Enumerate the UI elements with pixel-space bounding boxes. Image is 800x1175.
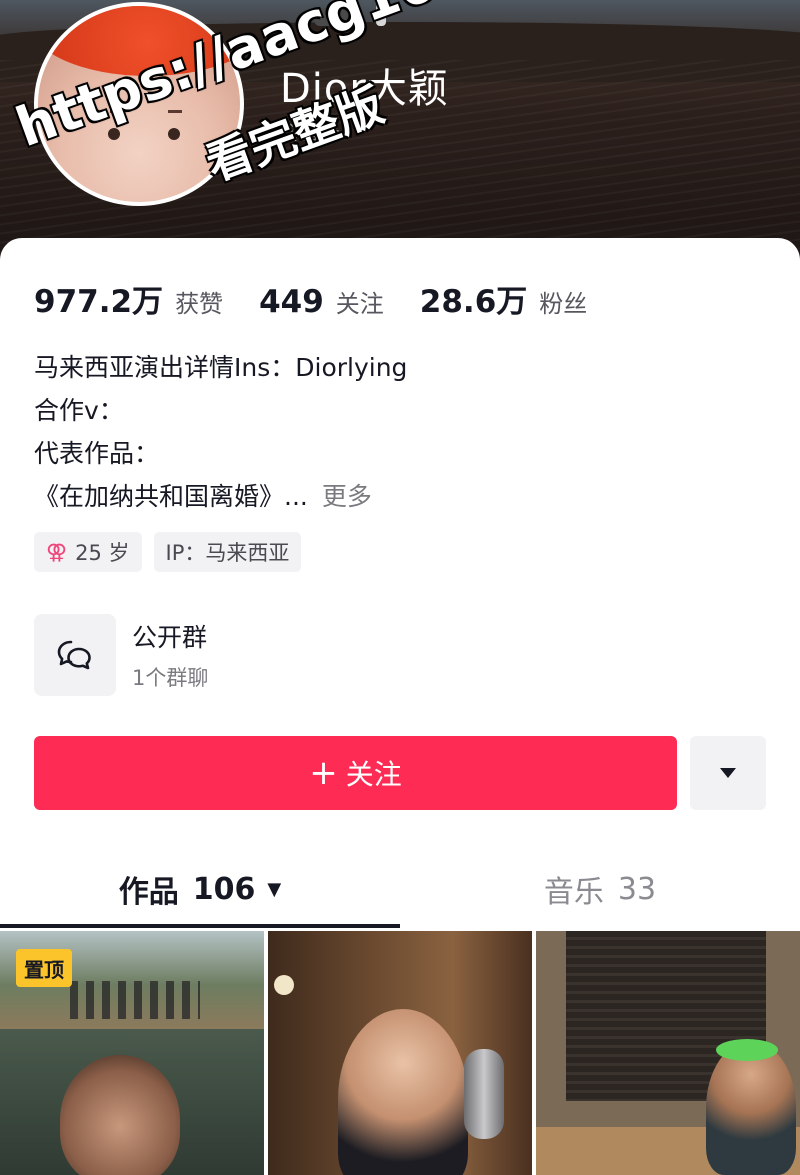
tab-music-label: 音乐 — [543, 875, 604, 910]
stat-following-count: 449 — [259, 284, 324, 320]
follow-button[interactable]: + 关注 — [34, 736, 677, 810]
female-gender-icon: ⚢ — [46, 540, 68, 564]
stat-followers-label: 粉丝 — [539, 290, 588, 318]
video-grid: 置顶 — [0, 931, 800, 1175]
thumbnail-headband — [716, 1039, 778, 1061]
banner-horse — [314, 8, 360, 26]
thumbnail-singer — [338, 1009, 468, 1175]
group-title: 公开群 — [132, 623, 208, 652]
bio-line: 马来西亚演出详情Ins：Diorlying — [34, 353, 408, 382]
avatar-eye-right — [168, 128, 180, 140]
active-tab-indicator — [0, 924, 400, 928]
avatar-brow-right — [168, 110, 182, 113]
avatar-eye-left — [108, 128, 120, 140]
age-tag: ⚢ 25 岁 — [34, 532, 142, 572]
stat-followers-count: 28.6万 — [419, 284, 528, 320]
thumbnail-group-people — [70, 981, 200, 1019]
bio-more-link[interactable]: 更多 — [322, 482, 372, 511]
stat-likes-count: 977.2万 — [34, 284, 164, 320]
thumbnail-lamp — [274, 975, 294, 995]
plus-icon: + — [309, 753, 338, 793]
more-options-button[interactable] — [690, 736, 766, 810]
profile-stats: 977.2万 获赞 449 关注 28.6万 粉丝 — [34, 276, 623, 320]
ip-location-text: IP：马来西亚 — [165, 541, 290, 565]
banner-person — [376, 4, 386, 26]
thumbnail-person — [706, 1041, 796, 1175]
age-text: 25 岁 — [75, 541, 130, 565]
tab-works[interactable]: 作品 106 ▼ — [0, 850, 400, 928]
stat-likes[interactable]: 977.2万 获赞 — [34, 276, 223, 321]
thumbnail-microphone — [464, 1049, 504, 1139]
stat-followers[interactable]: 28.6万 粉丝 — [420, 276, 588, 321]
caret-down-icon: ▼ — [267, 878, 282, 900]
caret-down-icon — [720, 768, 736, 778]
follow-button-label: 关注 — [345, 758, 402, 791]
bio-line: 代表作品： — [34, 439, 160, 468]
profile-bio[interactable]: 马来西亚演出详情Ins：Diorlying 合作v： 代表作品： 《在加纳共和国… — [34, 346, 754, 518]
profile-card: 977.2万 获赞 449 关注 28.6万 粉丝 马来西亚演出详情Ins：Di… — [0, 238, 800, 1175]
stat-likes-label: 获赞 — [175, 290, 224, 318]
avatar-brow-left — [110, 110, 124, 113]
video-thumbnail[interactable] — [536, 931, 800, 1175]
content-tabs: 作品 106 ▼ 音乐 33 — [0, 850, 800, 930]
pinned-badge: 置顶 — [16, 949, 72, 987]
chat-bubbles-icon — [34, 614, 116, 696]
public-group-entry[interactable]: 公开群 1个群聊 — [34, 614, 754, 696]
bio-line: 合作v： — [34, 396, 124, 425]
profile-banner: Dior大颖 抖音号 https://aacg16.com 看完整版 — [0, 0, 800, 260]
profile-douyin-id: 抖音号 — [280, 120, 340, 144]
avatar[interactable] — [34, 2, 244, 206]
profile-nickname: Dior大颖 — [280, 66, 449, 112]
bio-line-last: 《在加纳共和国离婚》... 更多 — [34, 475, 754, 518]
tab-music[interactable]: 音乐 33 — [400, 850, 800, 928]
video-thumbnail[interactable] — [268, 931, 532, 1175]
chat-bubbles-icon-svg — [57, 640, 91, 670]
bio-line-text: 《在加纳共和国离婚》... — [34, 482, 308, 511]
stat-following[interactable]: 449 关注 — [259, 284, 384, 320]
tab-music-count: 33 — [617, 871, 657, 907]
video-thumbnail[interactable]: 置顶 — [0, 931, 264, 1175]
avatar-hat — [38, 6, 240, 76]
stat-following-label: 关注 — [335, 290, 384, 318]
ip-location-tag: IP：马来西亚 — [153, 532, 302, 572]
profile-tags: ⚢ 25 岁 IP：马来西亚 — [34, 532, 313, 572]
group-subtitle: 1个群聊 — [132, 666, 209, 690]
tab-works-label: 作品 — [118, 875, 179, 910]
thumbnail-face — [60, 1055, 180, 1175]
tab-works-count: 106 — [192, 871, 256, 907]
